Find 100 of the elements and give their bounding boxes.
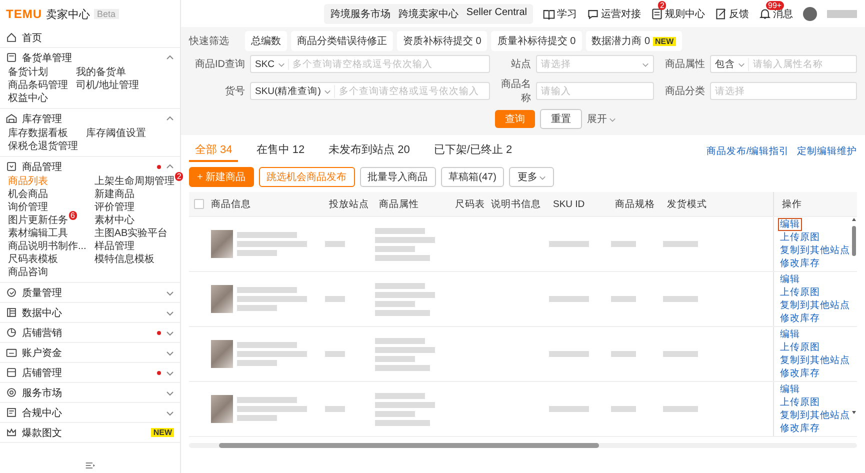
column-header: 商品属性 [378, 198, 420, 210]
sidebar-subitem[interactable]: 权益中心 [8, 93, 48, 105]
sidebar-item[interactable]: 合规中心 [22, 406, 161, 420]
row-action-link[interactable]: 修改库存 [778, 257, 822, 270]
sidebar-subitem[interactable]: 评价管理 [94, 202, 134, 214]
row-action-link[interactable]: 上传原图 [778, 396, 822, 409]
expand-button[interactable]: 展开 [587, 112, 616, 126]
action-button[interactable]: 批量导入商品 [360, 167, 436, 187]
sidebar-item[interactable]: 服务市场 [22, 386, 161, 400]
field-label: 商品分类 [664, 84, 705, 98]
blurred-text [325, 296, 345, 302]
count-badge: 2 [658, 0, 666, 10]
sidebar-subitem[interactable]: 新建商品 [94, 189, 134, 201]
sidebar-item[interactable]: 质量管理 [22, 286, 161, 300]
row-action-link[interactable]: 上传原图 [778, 231, 822, 244]
scrollbar[interactable] [851, 216, 857, 416]
row-action-link[interactable]: 修改库存 [778, 422, 822, 435]
input-field[interactable]: 包含 请输入属性名称 [710, 55, 857, 73]
action-button[interactable]: 草稿箱(47) [440, 167, 504, 187]
sidebar-subitem[interactable]: 库存数据看板 [8, 128, 68, 140]
blurred-text [375, 228, 435, 260]
tab[interactable]: 在售中 12 [250, 141, 311, 162]
blurred-text [237, 397, 307, 421]
toolbar-link[interactable]: 学习 [557, 6, 577, 20]
blurred-text [237, 232, 307, 256]
portal-link[interactable]: 跨境卖家中心 [398, 6, 458, 20]
sidebar-subitem[interactable]: 模特信息模板 [94, 254, 154, 266]
sidebar-subitem[interactable]: 我的备货单 [76, 67, 126, 79]
caret-icon [278, 60, 285, 68]
sidebar-subitem[interactable]: 询价管理 [8, 202, 48, 214]
sidebar-subitem[interactable]: 备货计划 [8, 67, 48, 79]
blurred-text [611, 350, 636, 357]
app-title: 卖家中心 [46, 8, 90, 22]
toolbar-link[interactable]: 反馈 [729, 6, 749, 20]
row-action-link[interactable]: 修改库存 [778, 367, 822, 380]
sidebar-subitem[interactable]: 主图AB实验平台 [94, 228, 168, 240]
sidebar-item[interactable]: 数据中心 [22, 306, 161, 320]
row-action-link[interactable]: 上传原图 [778, 341, 822, 354]
document-icon [651, 8, 663, 20]
row-action-link[interactable]: 编辑 [778, 273, 802, 286]
new-tag: NEW [151, 428, 174, 437]
beta-tag: Beta [94, 9, 119, 19]
help-link[interactable]: 定制编辑维护 [797, 144, 857, 158]
field-label: 商品名称 [500, 78, 531, 105]
row-action-link[interactable]: 编辑 [778, 218, 802, 231]
column-header: 商品规格 [614, 198, 656, 210]
scrollbar[interactable] [189, 443, 857, 448]
row-action-link[interactable]: 复制到其他站点 [778, 354, 852, 367]
sidebar-item[interactable]: 首页 [22, 30, 174, 44]
sidebar-subitem[interactable]: 库存阈值设置 [86, 128, 146, 140]
checkbox[interactable] [194, 199, 204, 209]
row-action-link[interactable]: 修改库存 [778, 312, 822, 325]
filter-chip[interactable]: 资质补标待提交 0 [397, 31, 488, 51]
sidebar-item[interactable]: 店铺管理 [22, 366, 152, 380]
portal-link[interactable]: Seller Central [466, 6, 527, 20]
sidebar-subitem[interactable]: 商品说明书制作... [8, 241, 86, 253]
sidebar-item[interactable]: 爆款图文 [22, 426, 146, 440]
sidebar-subitem[interactable]: 机会商品 [8, 189, 48, 201]
avatar[interactable] [803, 6, 817, 20]
sidebar-subitem[interactable]: 素材中心 [94, 215, 134, 227]
sidebar-subitem[interactable]: 司机/地址管理 [76, 80, 139, 92]
crown-icon [6, 427, 17, 438]
sidebar-item[interactable]: 备货单管理 [22, 50, 161, 64]
sidebar-subitem[interactable]: 商品条码管理 [8, 80, 68, 92]
filter-chip[interactable]: 商品分类错误待修正 [291, 31, 393, 51]
sidebar-subitem[interactable]: 尺码表模板 [8, 254, 58, 266]
sidebar-subitem[interactable]: 保税仓退货管理 [8, 141, 78, 153]
blurred-text [663, 296, 698, 302]
filter-chip[interactable]: 质量补标待提交 0 [491, 31, 582, 51]
sidebar-item[interactable]: 账户资金 [22, 346, 161, 360]
field-label: 商品ID查询 [194, 58, 245, 71]
collapse-icon[interactable] [85, 461, 95, 470]
column-header: 商品信息 [210, 198, 252, 210]
portal-link[interactable]: 跨境服务市场 [330, 6, 390, 20]
tab[interactable]: 已下架/已终止 2 [428, 141, 518, 162]
tab[interactable]: 未发布到站点 20 [322, 141, 416, 162]
caret-icon [642, 60, 649, 68]
row-action-link[interactable]: 上传原图 [778, 286, 822, 299]
sidebar-item[interactable]: 店铺营销 [22, 326, 152, 340]
sidebar-subitem[interactable]: 样品管理 [94, 241, 134, 253]
row-action-link[interactable]: 复制到其他站点 [778, 409, 852, 422]
filter-chip[interactable]: 数据潜力商 0 NEW [586, 31, 682, 51]
reset-button[interactable]: 重置 [540, 109, 582, 129]
box-icon [6, 161, 17, 172]
sidebar-subitem[interactable]: 商品咨询 [8, 267, 48, 279]
filter-chip[interactable]: 总编数 [245, 31, 287, 51]
sidebar-subitem[interactable]: 素材编辑工具 [8, 228, 68, 240]
toolbar-link[interactable]: 规则中心 [665, 6, 705, 20]
row-action-link[interactable]: 编辑 [778, 328, 802, 341]
toolbar-link[interactable]: 运营对接 [601, 6, 641, 20]
action-button[interactable]: 更多 [509, 167, 554, 187]
sidebar-item[interactable]: 库存管理 [22, 112, 161, 126]
filter-label: 快速筛选 [189, 34, 230, 48]
row-action-link[interactable]: 复制到其他站点 [778, 299, 852, 312]
row-action-link[interactable]: 复制到其他站点 [778, 244, 852, 257]
row-action-link[interactable]: 编辑 [778, 383, 802, 396]
help-link[interactable]: 商品发布/编辑指引 [706, 144, 789, 158]
input-field[interactable]: SKU(精准查询) 多个查询请空格或逗号依次输入 [250, 82, 490, 100]
input-field[interactable]: SKC 多个查询请空格或逗号依次输入 [250, 55, 490, 73]
sidebar-item[interactable]: 商品管理 [22, 160, 152, 174]
